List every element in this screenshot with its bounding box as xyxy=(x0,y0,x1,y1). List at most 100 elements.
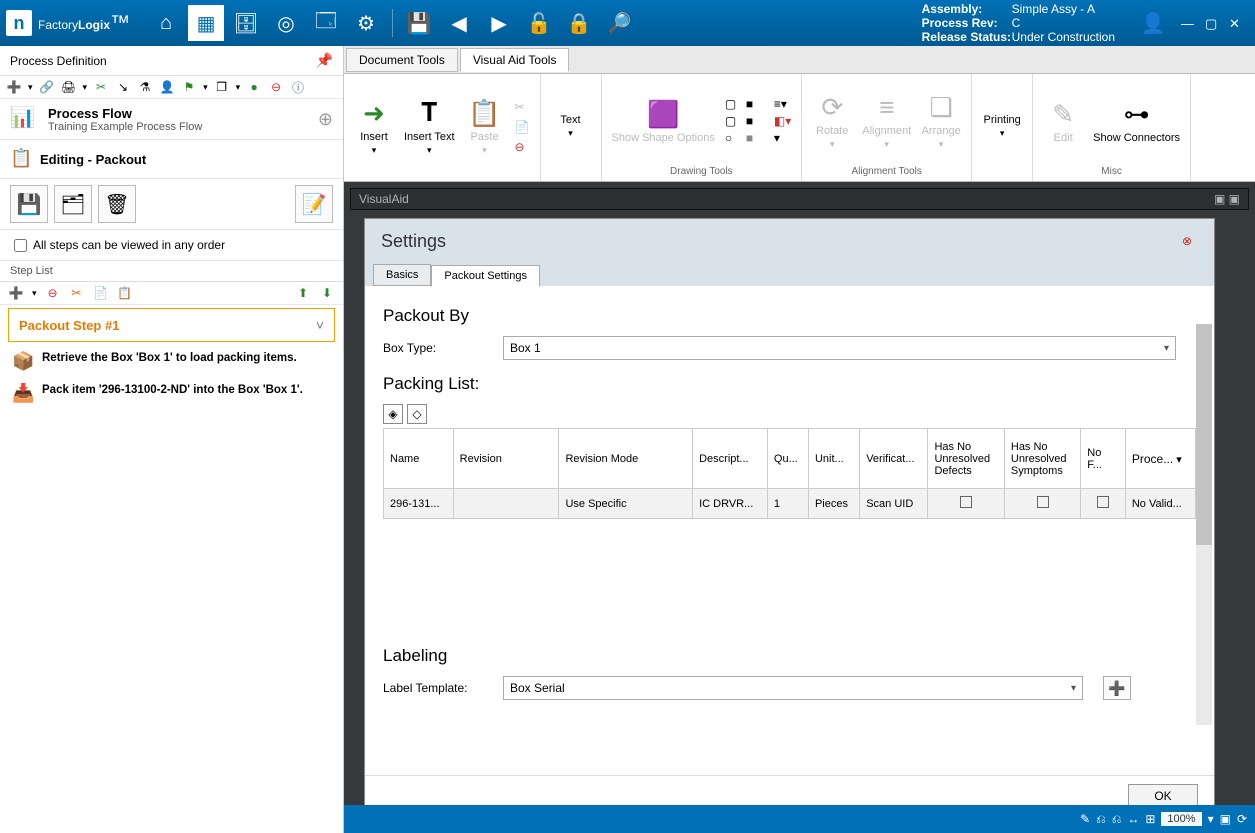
tool-icon[interactable]: ⎌ xyxy=(1112,812,1122,827)
step-item[interactable]: 📥 Pack item '296-13100-2-ND' into the Bo… xyxy=(0,377,343,409)
tab-packout-settings[interactable]: Packout Settings xyxy=(431,265,540,287)
user-icon[interactable]: 👤 xyxy=(1135,5,1171,41)
save-icon[interactable]: 💾 xyxy=(401,5,437,41)
nof-checkbox[interactable] xyxy=(1097,496,1109,508)
tool-icon[interactable]: ↔ xyxy=(1127,812,1139,826)
gear-icon[interactable]: ⚙ xyxy=(348,5,384,41)
user-icon[interactable]: 👤 xyxy=(159,79,175,95)
minimize-button[interactable]: — xyxy=(1181,16,1195,30)
add-label-button[interactable]: ➕ xyxy=(1103,676,1131,700)
square-icon[interactable]: ▢ xyxy=(725,97,743,111)
cube-icon[interactable]: ◈ xyxy=(383,404,403,424)
scissors-icon[interactable]: ✂ xyxy=(93,79,109,95)
filled2-icon[interactable]: ■ xyxy=(746,114,764,128)
dot-icon[interactable]: ● xyxy=(246,79,262,95)
grid-icon[interactable]: ▦ xyxy=(188,5,224,41)
tool-icon[interactable]: ✎ xyxy=(1080,812,1090,826)
process-flow-row[interactable]: 📊 Process Flow Training Example Process … xyxy=(0,99,343,139)
col-no-defects[interactable]: Has No Unresolved Defects xyxy=(928,429,1004,489)
defects-checkbox[interactable] xyxy=(960,496,972,508)
notes-button[interactable]: 📝 xyxy=(295,185,333,223)
save-as-button[interactable]: 🗂 xyxy=(54,185,92,223)
rounded-icon[interactable]: ▢ xyxy=(725,114,743,128)
paste-icon[interactable]: 📋 xyxy=(117,285,133,301)
unlock-icon[interactable]: 🔓 xyxy=(521,5,557,41)
insert-button[interactable]: ➜Insert▾ xyxy=(354,98,394,156)
col-no-f[interactable]: No F... xyxy=(1081,429,1126,489)
box-type-select[interactable]: Box 1 ▾ xyxy=(503,336,1176,360)
cut-icon[interactable]: ✂ xyxy=(69,285,85,301)
add-icon[interactable]: ➕ xyxy=(6,79,22,95)
maximize-button[interactable]: ▢ xyxy=(1205,16,1219,30)
window-icon[interactable]: 🗔 xyxy=(308,5,344,41)
cube-remove-icon[interactable]: ◇ xyxy=(407,404,427,424)
back-icon[interactable]: ◀ xyxy=(441,5,477,41)
col-revision[interactable]: Revision xyxy=(453,429,559,489)
copy-icon[interactable]: 📄 xyxy=(93,285,109,301)
delete-icon[interactable]: ⊖ xyxy=(515,140,530,154)
col-qty[interactable]: Qu... xyxy=(767,429,808,489)
chevron-down-icon[interactable]: ˅ xyxy=(316,317,324,333)
col-unit[interactable]: Unit... xyxy=(808,429,859,489)
down-icon[interactable]: ⬇ xyxy=(319,285,335,301)
minus-icon[interactable]: ⊖ xyxy=(268,79,284,95)
tool-icon[interactable]: ⎌ xyxy=(1096,812,1106,827)
add-step-icon[interactable]: ➕ xyxy=(8,285,24,301)
home-icon[interactable]: ⌂ xyxy=(148,5,184,41)
tab-document-tools[interactable]: Document Tools xyxy=(346,48,458,72)
info-icon[interactable]: ⓘ xyxy=(290,79,306,95)
tab-basics[interactable]: Basics xyxy=(373,264,431,286)
col-process[interactable]: Proce... ▾ xyxy=(1125,429,1195,489)
col-no-symptoms[interactable]: Has No Unresolved Symptoms xyxy=(1004,429,1080,489)
shape-icon[interactable]: ◧▾ xyxy=(774,114,791,128)
printing-button[interactable]: Printing▾ xyxy=(982,114,1022,139)
anyorder-checkbox[interactable] xyxy=(14,239,27,252)
va-icons[interactable]: ▣ ▣ xyxy=(1214,192,1240,206)
symptoms-checkbox[interactable] xyxy=(1037,496,1049,508)
anyorder-row[interactable]: All steps can be viewed in any order xyxy=(0,230,343,261)
scroll-thumb[interactable] xyxy=(1196,324,1212,545)
col-revision-mode[interactable]: Revision Mode xyxy=(559,429,693,489)
goto-icon[interactable]: ↘ xyxy=(115,79,131,95)
tool-icon[interactable]: ⊞ xyxy=(1145,812,1155,826)
table-row[interactable]: 296-131... Use Specific IC DRVR... 1 Pie… xyxy=(384,489,1196,519)
dialog-close-icon[interactable]: ⊗ xyxy=(1182,234,1198,250)
print-icon[interactable]: 🖨 xyxy=(61,79,77,95)
show-connectors-button[interactable]: ⊶Show Connectors xyxy=(1093,99,1180,144)
step-item[interactable]: 📦 Retrieve the Box 'Box 1' to load packi… xyxy=(0,345,343,377)
fit-icon[interactable]: ▣ xyxy=(1220,812,1231,826)
selected-step[interactable]: Packout Step #1 ˅ xyxy=(8,308,335,342)
delete-button[interactable]: 🗑 xyxy=(98,185,136,223)
packing-grid[interactable]: Name Revision Revision Mode Descript... … xyxy=(383,428,1196,519)
cut-icon[interactable]: ✂ xyxy=(515,100,530,114)
lock-search-icon[interactable]: 🔎 xyxy=(601,5,637,41)
insert-text-button[interactable]: 𝐓Insert Text▾ xyxy=(404,97,455,156)
layers-icon[interactable]: ❐ xyxy=(214,79,230,95)
lines-icon[interactable]: ≡▾ xyxy=(774,97,791,111)
refresh-icon[interactable]: ⟳ xyxy=(1237,812,1247,826)
circle-icon[interactable]: ○ xyxy=(725,131,743,145)
up-icon[interactable]: ⬆ xyxy=(295,285,311,301)
gray-square-icon[interactable]: ■ xyxy=(746,131,764,145)
col-verification[interactable]: Verificat... xyxy=(860,429,928,489)
col-name[interactable]: Name xyxy=(384,429,454,489)
filled-square-icon[interactable]: ■ xyxy=(746,97,764,111)
forward-icon[interactable]: ▶ xyxy=(481,5,517,41)
copy-icon[interactable]: 📄 xyxy=(515,120,530,134)
label-template-select[interactable]: Box Serial ▾ xyxy=(503,676,1083,700)
zoom-value[interactable]: 100% xyxy=(1161,812,1201,826)
link-icon[interactable]: 🔗 xyxy=(39,79,55,95)
save-button[interactable]: 💾 xyxy=(10,185,48,223)
db-icon[interactable]: 🗄 xyxy=(228,5,264,41)
close-button[interactable]: ✕ xyxy=(1229,16,1243,30)
text-button[interactable]: Text▾ xyxy=(551,114,591,139)
pin-icon[interactable]: 📌 xyxy=(316,52,333,69)
expand-down-icon[interactable]: ⊕ xyxy=(318,109,333,130)
lock-icon[interactable]: 🔒 xyxy=(561,5,597,41)
remove-step-icon[interactable]: ⊖ xyxy=(45,285,61,301)
col-description[interactable]: Descript... xyxy=(693,429,768,489)
flag-icon[interactable]: ⚑ xyxy=(181,79,197,95)
tab-visual-aid-tools[interactable]: Visual Aid Tools xyxy=(460,48,570,72)
target-icon[interactable]: ◎ xyxy=(268,5,304,41)
scrollbar[interactable] xyxy=(1196,324,1212,725)
